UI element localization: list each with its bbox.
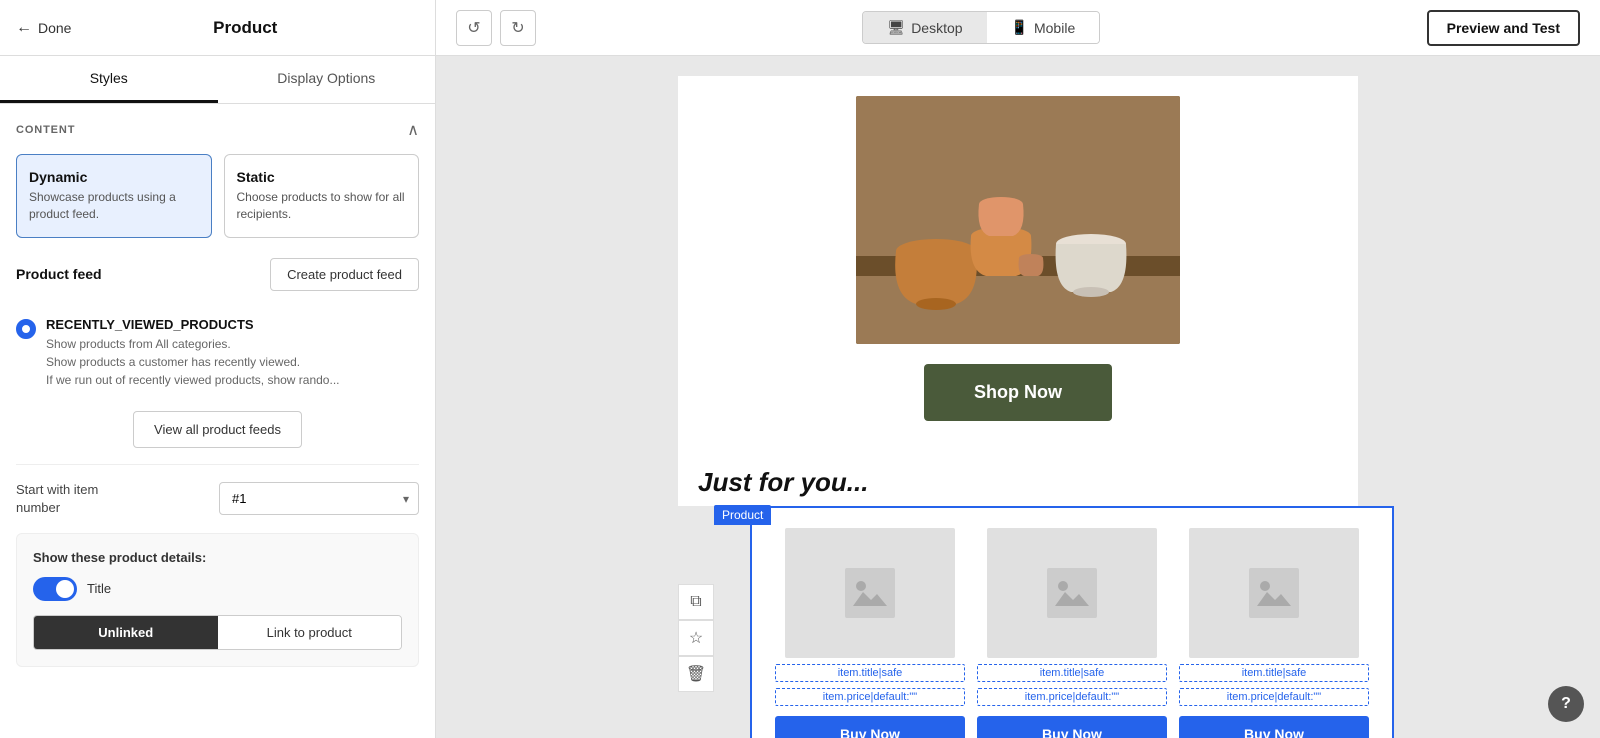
start-item-row: Start with item number #1 #2 #3 ▾ (16, 481, 419, 517)
feed-radio-item[interactable]: RECENTLY_VIEWED_PRODUCTS Show products f… (16, 307, 419, 399)
product-title-tag-3: item.title|safe (1179, 664, 1369, 682)
star-tool-button[interactable]: ☆ (678, 620, 714, 656)
tab-styles[interactable]: Styles (0, 56, 218, 103)
divider (16, 464, 419, 465)
left-panel: ← Done Product Styles Display Options CO… (0, 0, 436, 738)
image-placeholder-icon-3 (1249, 568, 1299, 618)
panel-title: Product (71, 18, 419, 38)
product-image-1 (785, 528, 955, 658)
view-all-feeds-button[interactable]: View all product feeds (133, 411, 302, 448)
undo-button[interactable]: ↺ (456, 10, 492, 46)
section-header: CONTENT ∧ (16, 120, 419, 140)
start-item-select[interactable]: #1 #2 #3 (219, 482, 419, 515)
image-placeholder-icon-2 (1047, 568, 1097, 618)
dynamic-card[interactable]: Dynamic Showcase products using a produc… (16, 154, 212, 238)
title-toggle-label: Title (87, 581, 111, 596)
buy-now-button-1[interactable]: Buy Now (775, 716, 965, 738)
radio-selected-icon (16, 319, 36, 339)
product-cards-row: item.title|safe item.price|default:"" Bu… (768, 528, 1376, 738)
top-bar: ← Done Product (0, 0, 435, 56)
collapse-button[interactable]: ∧ (407, 120, 419, 140)
delete-tool-button[interactable]: 🗑 (678, 656, 714, 692)
desktop-icon: 🖥 (887, 19, 905, 36)
product-title-tag-2: item.title|safe (977, 664, 1167, 682)
link-to-product-button[interactable]: Link to product (218, 616, 402, 649)
left-tools: ⧉ ☆ 🗑 (678, 584, 714, 692)
product-details-section: Show these product details: Title Unlink… (16, 533, 419, 667)
section-title: CONTENT (16, 124, 75, 136)
back-arrow-icon: ← (16, 19, 32, 37)
copy-tool-button[interactable]: ⧉ (678, 584, 714, 620)
tab-display-options[interactable]: Display Options (218, 56, 436, 103)
dynamic-card-desc: Showcase products using a product feed. (29, 189, 199, 223)
start-item-label: Start with item number (16, 481, 136, 517)
product-card-1: item.title|safe item.price|default:"" Bu… (775, 528, 965, 738)
redo-button[interactable]: ↻ (500, 10, 536, 46)
done-button[interactable]: ← Done (16, 19, 71, 37)
shop-now-button[interactable]: Shop Now (924, 364, 1112, 421)
product-image-3 (1189, 528, 1359, 658)
link-btn-row: Unlinked Link to product (33, 615, 402, 650)
title-toggle-row: Title (33, 577, 402, 601)
product-image-2 (987, 528, 1157, 658)
show-details-title: Show these product details: (33, 550, 402, 565)
feed-name: RECENTLY_VIEWED_PRODUCTS (46, 317, 339, 332)
mobile-tab[interactable]: 📱 Mobile (987, 12, 1100, 43)
product-feed-row: Product feed Create product feed (16, 258, 419, 291)
start-item-select-wrapper: #1 #2 #3 ▾ (219, 482, 419, 515)
content-type-row: Dynamic Showcase products using a produc… (16, 154, 419, 238)
static-card-desc: Choose products to show for all recipien… (237, 189, 407, 223)
product-price-tag-2: item.price|default:"" (977, 688, 1167, 706)
unlinked-button[interactable]: Unlinked (34, 616, 218, 649)
product-title-tag-1: item.title|safe (775, 664, 965, 682)
done-label: Done (38, 20, 71, 36)
product-feed-label: Product feed (16, 266, 102, 282)
create-feed-button[interactable]: Create product feed (270, 258, 419, 291)
feed-desc-1: Show products from All categories. (46, 335, 339, 353)
static-card[interactable]: Static Choose products to show for all r… (224, 154, 420, 238)
just-for-you-heading: Just for you... (678, 451, 1358, 506)
image-placeholder-icon (845, 568, 895, 618)
email-content: Shop Now Just for you... (678, 76, 1358, 506)
panel-tabs: Styles Display Options (0, 56, 435, 104)
pots-section (678, 76, 1358, 344)
product-section-wrapper: ⧉ ☆ 🗑 Product (678, 506, 1358, 738)
desktop-tab[interactable]: 🖥 Desktop (863, 12, 986, 43)
content-section: CONTENT ∧ Dynamic Showcase products usin… (0, 104, 435, 683)
dynamic-card-title: Dynamic (29, 169, 199, 185)
buy-now-button-2[interactable]: Buy Now (977, 716, 1167, 738)
mobile-icon: 📱 (1011, 19, 1028, 36)
device-tabs: 🖥 Desktop 📱 Mobile (862, 11, 1100, 44)
buy-now-button-3[interactable]: Buy Now (1179, 716, 1369, 738)
product-card-3: item.title|safe item.price|default:"" Bu… (1179, 528, 1369, 738)
pots-image (856, 96, 1180, 344)
static-card-title: Static (237, 169, 407, 185)
main-toolbar: ↺ ↻ 🖥 Desktop 📱 Mobile Preview and Test (436, 0, 1600, 56)
product-section-label: Product (714, 505, 771, 525)
title-toggle[interactable] (33, 577, 77, 601)
canvas: Shop Now Just for you... ⧉ ☆ 🗑 Product (436, 56, 1600, 738)
product-section: item.title|safe item.price|default:"" Bu… (750, 506, 1394, 738)
shop-now-section: Shop Now (678, 344, 1358, 451)
help-button[interactable]: ? (1548, 686, 1584, 722)
preview-test-button[interactable]: Preview and Test (1427, 10, 1580, 46)
product-card-2: item.title|safe item.price|default:"" Bu… (977, 528, 1167, 738)
feed-desc-2: Show products a customer has recently vi… (46, 353, 339, 371)
product-section-container: Product item.title (714, 506, 1358, 738)
product-price-tag-1: item.price|default:"" (775, 688, 965, 706)
feed-info: RECENTLY_VIEWED_PRODUCTS Show products f… (46, 317, 339, 389)
toolbar-left: ↺ ↻ (456, 10, 536, 46)
product-price-tag-3: item.price|default:"" (1179, 688, 1369, 706)
feed-desc-3: If we run out of recently viewed product… (46, 371, 339, 389)
main-area: ↺ ↻ 🖥 Desktop 📱 Mobile Preview and Test (436, 0, 1600, 738)
